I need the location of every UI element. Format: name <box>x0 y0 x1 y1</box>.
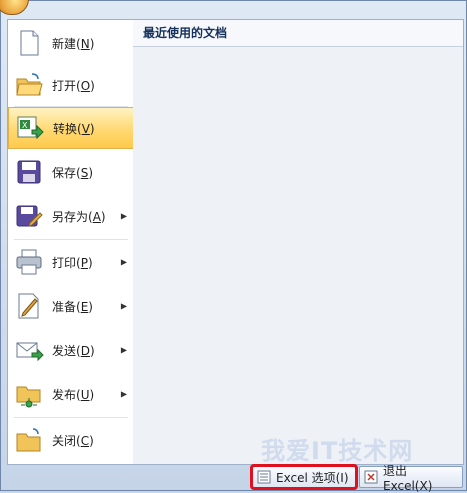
menu-label: 关闭(C) <box>52 433 94 448</box>
convert-icon: X <box>15 113 45 143</box>
publish-folder-icon <box>14 379 44 409</box>
bottom-bar: Excel 选项(I) 退出 Excel(X) <box>1 463 466 493</box>
submenu-arrow-icon: ▶ <box>120 345 127 355</box>
menu-label: 另存为(A) <box>52 209 106 224</box>
menu-item-new[interactable]: 新建(N) <box>8 22 134 64</box>
open-folder-icon <box>14 70 44 100</box>
menu-item-prepare[interactable]: 准备(E) ▶ <box>8 285 134 327</box>
excel-options-button[interactable]: Excel 选项(I) <box>250 464 358 490</box>
menu-label: 发布(U) <box>52 387 95 402</box>
office-menu-window: 新建(N) 打开(O) X 转换(V) 保存(S) 另存为(A) ▶ 打印(P)… <box>0 0 467 493</box>
recent-documents-panel: 最近使用的文档 <box>133 19 464 465</box>
menu-label: 发送(D) <box>52 343 95 358</box>
excel-options-label: Excel 选项(I) <box>276 470 349 485</box>
options-icon <box>257 470 271 484</box>
menu-label: 新建(N) <box>52 36 95 51</box>
prepare-document-icon <box>14 291 44 321</box>
menu-item-print[interactable]: 打印(P) ▶ <box>8 241 134 283</box>
recent-documents-title: 最近使用的文档 <box>133 20 463 47</box>
close-folder-icon <box>14 425 44 455</box>
save-as-icon <box>14 201 44 231</box>
printer-icon <box>14 247 44 277</box>
save-disk-icon <box>14 157 44 187</box>
menu-item-open[interactable]: 打开(O) <box>8 64 134 106</box>
menu-item-save[interactable]: 保存(S) <box>8 151 134 193</box>
menu-label: 保存(S) <box>52 165 94 180</box>
menu-label: 打开(O) <box>52 78 95 93</box>
menu-item-publish[interactable]: 发布(U) ▶ <box>8 373 134 415</box>
menu-item-send[interactable]: 发送(D) ▶ <box>8 329 134 371</box>
menu-item-close[interactable]: 关闭(C) <box>8 419 134 461</box>
menu-separator <box>14 417 128 418</box>
new-document-icon <box>14 28 44 58</box>
menu-separator <box>14 239 128 240</box>
svg-text:X: X <box>22 121 28 130</box>
send-envelope-icon <box>14 335 44 365</box>
office-button[interactable] <box>0 0 29 15</box>
command-menu: 新建(N) 打开(O) X 转换(V) 保存(S) 另存为(A) ▶ 打印(P)… <box>7 19 135 465</box>
submenu-arrow-icon: ▶ <box>120 301 127 311</box>
exit-excel-button[interactable]: 退出 Excel(X) <box>359 464 463 493</box>
menu-item-save-as[interactable]: 另存为(A) ▶ <box>8 195 134 237</box>
submenu-arrow-icon: ▶ <box>120 389 127 399</box>
submenu-arrow-icon: ▶ <box>120 211 127 221</box>
menu-label: 打印(P) <box>52 255 93 270</box>
menu-item-convert[interactable]: X 转换(V) <box>8 107 134 149</box>
menu-label: 准备(E) <box>52 299 93 314</box>
exit-excel-label: 退出 Excel(X) <box>383 463 433 493</box>
menu-label: 转换(V) <box>53 121 95 136</box>
exit-icon <box>364 470 378 484</box>
submenu-arrow-icon: ▶ <box>120 257 127 267</box>
